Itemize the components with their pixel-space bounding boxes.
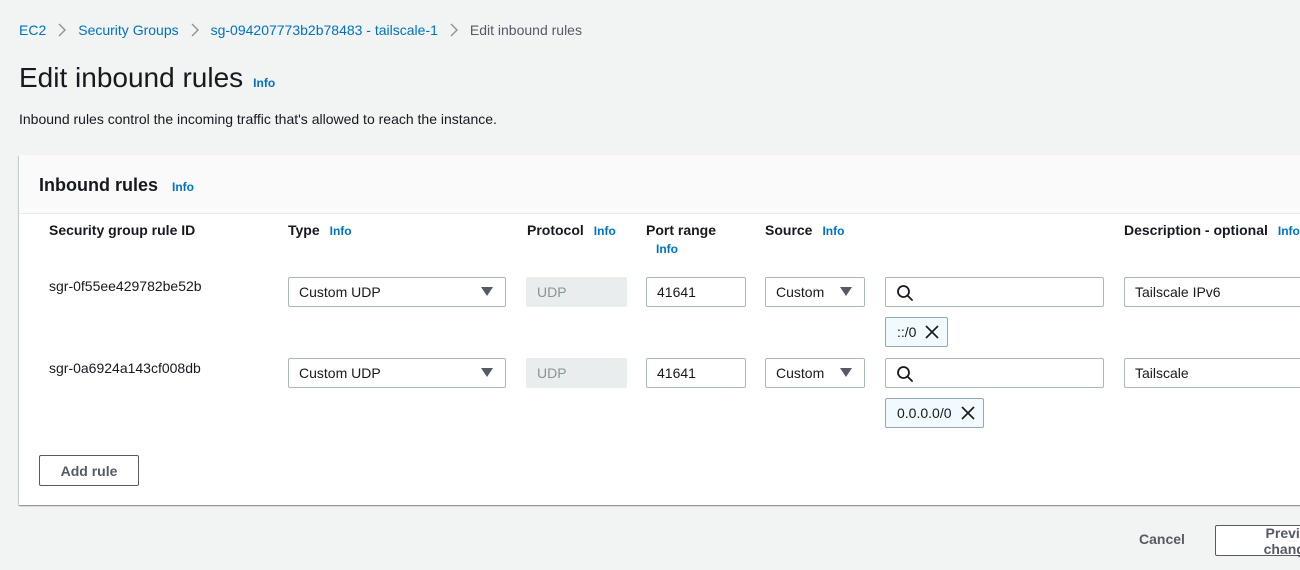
column-header-rule-id: Security group rule ID xyxy=(49,222,195,238)
source-token-label: 0.0.0.0/0 xyxy=(897,405,952,421)
page-description: Inbound rules control the incoming traff… xyxy=(19,111,497,127)
type-select-value: Custom UDP xyxy=(299,365,381,381)
type-select[interactable]: Custom UDP xyxy=(288,277,506,307)
protocol-info-link[interactable]: Info xyxy=(594,224,616,238)
source-token: ::/0 xyxy=(885,317,949,347)
column-header-type: Type Info xyxy=(288,222,352,238)
type-select-value: Custom UDP xyxy=(299,284,381,300)
protocol-field: UDP xyxy=(526,358,627,388)
breadcrumb-security-group[interactable]: sg-094207773b2b78483 - tailscale-1 xyxy=(211,22,438,38)
rule-id: sgr-0a6924a143cf008db xyxy=(49,360,201,376)
column-label: Description - optional xyxy=(1124,222,1268,238)
caret-down-icon xyxy=(840,287,852,296)
port-range-input[interactable]: 41641 xyxy=(646,277,746,307)
column-label: Type xyxy=(288,222,320,238)
breadcrumb-security-groups[interactable]: Security Groups xyxy=(78,22,178,38)
rule-id: sgr-0f55ee429782be52b xyxy=(49,278,202,294)
port-range-value: 41641 xyxy=(657,284,696,300)
port-range-info-link[interactable]: Info xyxy=(656,242,716,256)
cancel-button[interactable]: Cancel xyxy=(1139,531,1185,547)
panel-title: Inbound rules Info xyxy=(39,175,194,196)
panel-info-link[interactable]: Info xyxy=(172,180,194,194)
add-rule-button[interactable]: Add rule xyxy=(39,455,139,486)
source-info-link[interactable]: Info xyxy=(822,224,844,238)
caret-down-icon xyxy=(481,368,493,377)
column-label: Security group rule ID xyxy=(49,222,196,238)
protocol-value: UDP xyxy=(537,365,567,381)
inbound-rules-panel: Inbound rules Info Security group rule I… xyxy=(19,155,1300,505)
source-type-select[interactable]: Custom xyxy=(765,358,865,388)
port-range-value: 41641 xyxy=(657,365,696,381)
source-type-value: Custom xyxy=(776,365,825,381)
column-label: Source xyxy=(765,222,813,238)
source-search-input[interactable] xyxy=(885,277,1104,307)
column-label: Port range xyxy=(646,222,717,238)
chevron-right-icon xyxy=(58,23,67,37)
protocol-field: UDP xyxy=(526,277,627,307)
breadcrumb: EC2 Security Groups sg-094207773b2b78483… xyxy=(19,20,582,40)
caret-down-icon xyxy=(481,287,493,296)
preview-changes-button[interactable]: Preview changes xyxy=(1215,525,1300,557)
caret-down-icon xyxy=(840,368,852,377)
chevron-right-icon xyxy=(450,23,458,37)
source-search-input[interactable] xyxy=(885,358,1104,388)
description-input[interactable]: Tailscale xyxy=(1124,358,1300,388)
column-header-source: Source Info xyxy=(765,222,844,238)
search-icon xyxy=(896,365,914,386)
source-type-value: Custom xyxy=(776,284,825,300)
panel-title-text: Inbound rules xyxy=(39,175,158,195)
column-label: Protocol xyxy=(527,222,584,238)
description-value: Tailscale xyxy=(1135,365,1189,381)
panel-header: Inbound rules Info xyxy=(19,155,1300,214)
description-value: Tailscale IPv6 xyxy=(1135,284,1221,300)
type-info-link[interactable]: Info xyxy=(330,224,352,238)
port-range-input[interactable]: 41641 xyxy=(646,358,746,388)
breadcrumb-current: Edit inbound rules xyxy=(469,22,582,38)
chevron-right-icon xyxy=(191,23,199,37)
type-select[interactable]: Custom UDP xyxy=(288,358,506,388)
page-info-link[interactable]: Info xyxy=(253,76,275,90)
page-title-text: Edit inbound rules xyxy=(19,62,244,93)
search-icon xyxy=(896,284,914,305)
protocol-value: UDP xyxy=(537,284,567,300)
description-info-link[interactable]: Info xyxy=(1278,224,1300,238)
source-token: 0.0.0.0/0 xyxy=(885,398,984,428)
source-token-label: ::/0 xyxy=(897,324,917,340)
column-header-port-range: Port range Info xyxy=(646,222,716,256)
source-type-select[interactable]: Custom xyxy=(765,277,865,307)
description-input[interactable]: Tailscale IPv6 xyxy=(1124,277,1300,307)
breadcrumb-ec2[interactable]: EC2 xyxy=(19,22,46,38)
column-header-description: Description - optional Info xyxy=(1124,222,1300,238)
page-title: Edit inbound rules Info xyxy=(19,62,275,94)
column-header-protocol: Protocol Info xyxy=(527,222,616,238)
close-icon[interactable] xyxy=(925,325,940,339)
close-icon[interactable] xyxy=(960,406,975,420)
